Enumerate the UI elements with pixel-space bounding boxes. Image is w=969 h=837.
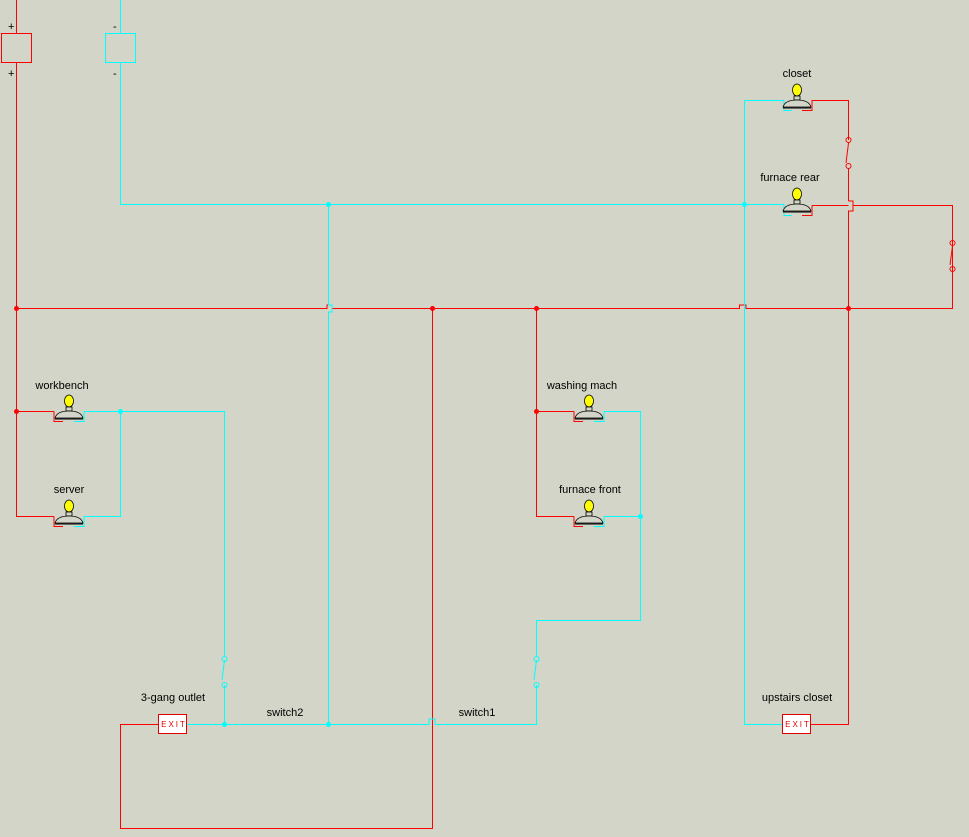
exit-sign-text: EXIT (785, 720, 811, 729)
light-workbench[interactable]: workbench (34, 380, 89, 420)
bulb-icon (782, 187, 812, 213)
exit-3-gang-outlet-label: 3-gang outlet (141, 692, 205, 704)
switch2-blade[interactable] (221, 659, 225, 681)
wire-red-left-main[interactable] (16, 63, 55, 517)
battery-plus-bottom: + (8, 68, 14, 80)
light-closet-label: closet (783, 68, 812, 80)
battery-negative-terminal[interactable] (105, 33, 136, 63)
exit-3-gang-outlet[interactable]: 3-gang outlet EXIT (141, 692, 205, 734)
wire-red-outlet-loop[interactable] (120, 308, 433, 829)
light-furnace-front-label: furnace front (559, 484, 621, 496)
wire-red-upstairs[interactable] (811, 308, 849, 725)
light-furnace-front[interactable]: furnace front (559, 484, 621, 525)
bulb-icon (782, 83, 812, 109)
schematic-canvas: + + - - closet furnace rear workbench se… (1, 0, 956, 829)
switch1-label: switch1 (459, 707, 496, 719)
exit-upstairs-closet[interactable]: upstairs closet EXIT (762, 692, 832, 734)
wire-red-cross[interactable] (848, 205, 854, 309)
wire-cyan-top-bus[interactable] (120, 63, 785, 205)
light-server[interactable]: server (54, 484, 85, 525)
light-server-label: server (54, 484, 85, 496)
light-washing-mach-label: washing mach (546, 380, 617, 392)
switch1-blade[interactable] (533, 659, 537, 681)
switch-red-closet-blade[interactable] (845, 142, 849, 164)
light-workbench-label: workbench (34, 380, 88, 392)
battery-plus-top: + (8, 21, 14, 33)
bulb-icon (54, 394, 84, 420)
light-furnace-rear-label: furnace rear (760, 172, 820, 184)
wire-cyan-server[interactable] (84, 411, 121, 517)
exit-sign-text: EXIT (161, 720, 187, 729)
positive-wires (1, 0, 953, 829)
light-closet[interactable]: closet (782, 68, 812, 109)
battery-positive-terminal[interactable] (1, 33, 32, 63)
switch2-label: switch2 (267, 707, 304, 719)
light-furnace-rear[interactable]: furnace rear (760, 172, 820, 213)
wire-cyan-right[interactable] (744, 100, 785, 725)
wire-cyan-switch1[interactable] (536, 411, 641, 658)
battery-minus-bottom: - (113, 68, 117, 80)
wire-red-closet[interactable] (811, 100, 849, 141)
wire-cyan-vertical-mid[interactable] (328, 204, 333, 725)
bulb-icon (54, 499, 84, 525)
battery-minus-top: - (113, 21, 117, 33)
wire-red-bus[interactable] (16, 200, 953, 309)
bulb-icon (574, 394, 604, 420)
light-washing-mach[interactable]: washing mach (546, 380, 617, 420)
exit-upstairs-closet-label: upstairs closet (762, 692, 832, 704)
bulb-icon (574, 499, 604, 525)
wire-cyan-workbench[interactable] (84, 411, 225, 658)
